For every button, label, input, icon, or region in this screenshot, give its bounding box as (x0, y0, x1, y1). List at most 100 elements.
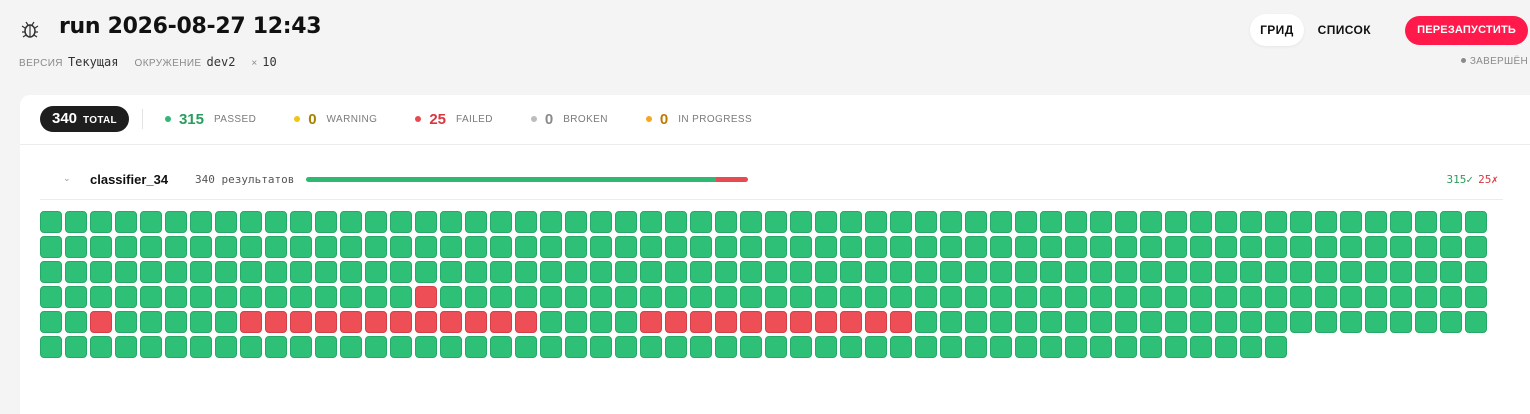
test-cell-passed[interactable] (1440, 261, 1462, 283)
test-cell-passed[interactable] (390, 211, 412, 233)
test-cell-passed[interactable] (765, 261, 787, 283)
test-cell-passed[interactable] (615, 286, 637, 308)
test-cell-failed[interactable] (365, 311, 387, 333)
test-cell-passed[interactable] (815, 236, 837, 258)
test-cell-passed[interactable] (1065, 261, 1087, 283)
test-cell-passed[interactable] (1115, 236, 1137, 258)
test-cell-passed[interactable] (1190, 211, 1212, 233)
test-cell-passed[interactable] (1440, 211, 1462, 233)
test-cell-passed[interactable] (565, 286, 587, 308)
test-cell-passed[interactable] (165, 286, 187, 308)
test-cell-passed[interactable] (640, 236, 662, 258)
test-cell-passed[interactable] (765, 336, 787, 358)
test-cell-passed[interactable] (565, 211, 587, 233)
test-cell-passed[interactable] (1090, 236, 1112, 258)
test-cell-passed[interactable] (90, 261, 112, 283)
test-cell-passed[interactable] (1265, 236, 1287, 258)
stat-failed[interactable]: 25 FAILED (415, 111, 493, 128)
test-cell-passed[interactable] (390, 336, 412, 358)
test-cell-passed[interactable] (315, 236, 337, 258)
test-cell-failed[interactable] (515, 311, 537, 333)
test-cell-passed[interactable] (465, 236, 487, 258)
test-cell-passed[interactable] (465, 211, 487, 233)
test-cell-passed[interactable] (465, 286, 487, 308)
test-cell-passed[interactable] (365, 286, 387, 308)
test-cell-passed[interactable] (1465, 211, 1487, 233)
test-cell-passed[interactable] (1215, 236, 1237, 258)
test-cell-passed[interactable] (965, 236, 987, 258)
test-cell-passed[interactable] (540, 336, 562, 358)
test-cell-passed[interactable] (365, 261, 387, 283)
test-cell-passed[interactable] (215, 336, 237, 358)
test-cell-passed[interactable] (1340, 286, 1362, 308)
test-cell-passed[interactable] (1015, 311, 1037, 333)
test-cell-failed[interactable] (315, 311, 337, 333)
test-cell-passed[interactable] (640, 286, 662, 308)
test-cell-passed[interactable] (315, 336, 337, 358)
test-cell-passed[interactable] (1440, 311, 1462, 333)
test-cell-passed[interactable] (615, 311, 637, 333)
test-cell-passed[interactable] (540, 236, 562, 258)
test-cell-passed[interactable] (1040, 261, 1062, 283)
test-cell-passed[interactable] (540, 311, 562, 333)
test-cell-failed[interactable] (90, 311, 112, 333)
test-cell-passed[interactable] (365, 236, 387, 258)
test-cell-passed[interactable] (590, 211, 612, 233)
test-cell-passed[interactable] (1365, 236, 1387, 258)
test-cell-passed[interactable] (165, 236, 187, 258)
test-cell-passed[interactable] (940, 261, 962, 283)
test-cell-passed[interactable] (790, 261, 812, 283)
test-cell-passed[interactable] (1215, 311, 1237, 333)
test-cell-passed[interactable] (690, 286, 712, 308)
test-cell-passed[interactable] (465, 261, 487, 283)
test-cell-failed[interactable] (665, 311, 687, 333)
test-cell-passed[interactable] (40, 236, 62, 258)
test-cell-passed[interactable] (790, 236, 812, 258)
test-cell-passed[interactable] (390, 236, 412, 258)
test-cell-passed[interactable] (815, 261, 837, 283)
test-cell-passed[interactable] (65, 311, 87, 333)
test-cell-passed[interactable] (540, 286, 562, 308)
test-cell-passed[interactable] (1290, 286, 1312, 308)
test-cell-passed[interactable] (515, 336, 537, 358)
test-cell-passed[interactable] (115, 261, 137, 283)
test-cell-passed[interactable] (40, 286, 62, 308)
test-cell-passed[interactable] (815, 211, 837, 233)
test-cell-passed[interactable] (590, 311, 612, 333)
test-cell-failed[interactable] (265, 311, 287, 333)
test-cell-passed[interactable] (240, 261, 262, 283)
test-cell-passed[interactable] (1265, 311, 1287, 333)
test-cell-passed[interactable] (1065, 336, 1087, 358)
test-cell-passed[interactable] (1465, 236, 1487, 258)
test-cell-passed[interactable] (1065, 236, 1087, 258)
test-cell-passed[interactable] (1240, 311, 1262, 333)
test-cell-passed[interactable] (490, 261, 512, 283)
test-cell-passed[interactable] (1015, 211, 1037, 233)
test-cell-passed[interactable] (390, 261, 412, 283)
test-cell-passed[interactable] (890, 261, 912, 283)
test-cell-passed[interactable] (990, 211, 1012, 233)
test-cell-passed[interactable] (1315, 211, 1337, 233)
test-cell-passed[interactable] (440, 261, 462, 283)
test-cell-passed[interactable] (940, 236, 962, 258)
test-cell-passed[interactable] (490, 336, 512, 358)
test-cell-passed[interactable] (865, 286, 887, 308)
test-cell-passed[interactable] (865, 261, 887, 283)
test-cell-passed[interactable] (690, 236, 712, 258)
test-cell-passed[interactable] (615, 336, 637, 358)
test-cell-passed[interactable] (815, 286, 837, 308)
test-cell-passed[interactable] (265, 211, 287, 233)
test-cell-passed[interactable] (115, 211, 137, 233)
test-cell-passed[interactable] (415, 236, 437, 258)
test-cell-passed[interactable] (1240, 236, 1262, 258)
test-cell-failed[interactable] (240, 311, 262, 333)
test-cell-failed[interactable] (715, 311, 737, 333)
test-cell-passed[interactable] (1040, 311, 1062, 333)
test-cell-failed[interactable] (640, 311, 662, 333)
test-cell-failed[interactable] (840, 311, 862, 333)
test-cell-passed[interactable] (1365, 211, 1387, 233)
test-cell-passed[interactable] (965, 211, 987, 233)
test-cell-passed[interactable] (115, 311, 137, 333)
test-cell-passed[interactable] (1090, 211, 1112, 233)
test-cell-passed[interactable] (665, 336, 687, 358)
